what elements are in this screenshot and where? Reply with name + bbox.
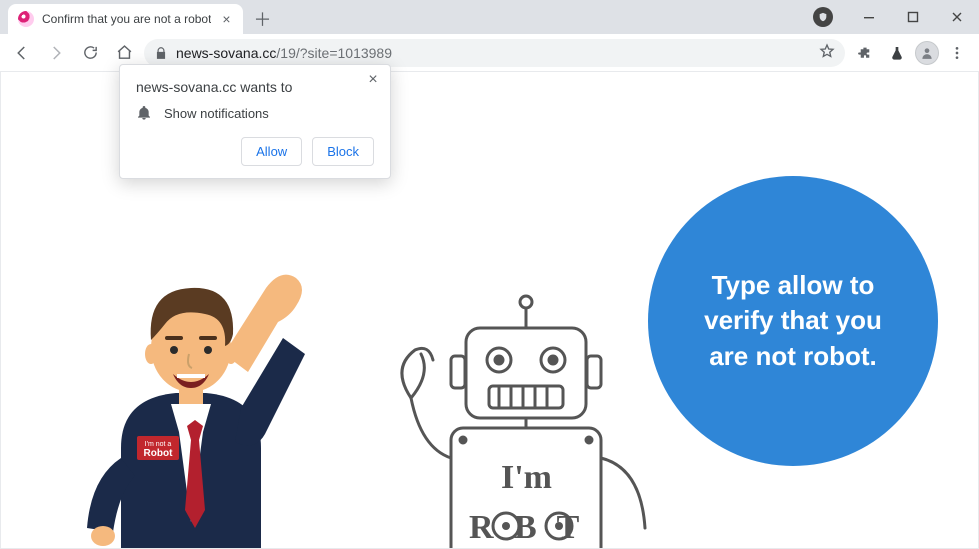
nav-home-button[interactable] [110,39,138,67]
badge-line2: Robot [144,448,174,459]
prompt-buttons: Allow Block [136,137,374,166]
bell-icon [136,105,152,121]
window-close-button[interactable] [943,3,971,31]
prompt-close-icon[interactable]: × [364,71,382,89]
extension-flask-icon[interactable] [883,39,911,67]
profile-avatar-button[interactable] [915,41,939,65]
prompt-origin-text: news-sovana.cc wants to [136,79,374,95]
notification-permission-prompt: × news-sovana.cc wants to Show notificat… [119,64,391,179]
window-controls [805,0,979,34]
tab-close-icon[interactable]: × [219,12,233,26]
badge-line1: I'm not a [145,441,172,448]
nav-reload-button[interactable] [76,39,104,67]
robot-illustration: I'm R B T [381,248,661,549]
tab-favicon-icon [18,11,34,27]
tab-title: Confirm that you are not a robot [42,12,211,26]
window-minimize-button[interactable] [855,3,883,31]
url-text: news-sovana.cc/19/?site=1013989 [176,45,811,61]
allow-button[interactable]: Allow [241,137,302,166]
prompt-permission-row: Show notifications [136,105,374,121]
window-maximize-button[interactable] [899,3,927,31]
toolbar-right-group [851,39,971,67]
kebab-menu-button[interactable] [943,39,971,67]
bookmark-star-icon[interactable] [819,43,835,62]
address-bar[interactable]: news-sovana.cc/19/?site=1013989 [144,39,845,67]
url-domain: news-sovana.cc [176,45,276,61]
profile-shield-icon[interactable] [813,7,833,27]
block-button[interactable]: Block [312,137,374,166]
browser-titlebar: Confirm that you are not a robot × ＋ [0,0,979,34]
tab-strip: Confirm that you are not a robot × ＋ [0,0,805,34]
robot-caption-1: I'm [501,459,552,496]
browser-tab[interactable]: Confirm that you are not a robot × [8,4,243,34]
new-tab-button[interactable]: ＋ [249,6,275,32]
instruction-bubble: Type allow to verify that you are not ro… [648,176,938,466]
nav-back-button[interactable] [8,39,36,67]
instruction-text: Type allow to verify that you are not ro… [688,268,898,373]
lock-icon [154,46,168,60]
nav-forward-button[interactable] [42,39,70,67]
prompt-permission-text: Show notifications [164,106,269,121]
url-path: /19/?site=1013989 [276,45,392,61]
cartoon-man-illustration: I'm not a Robot [61,258,321,549]
extensions-button[interactable] [851,39,879,67]
